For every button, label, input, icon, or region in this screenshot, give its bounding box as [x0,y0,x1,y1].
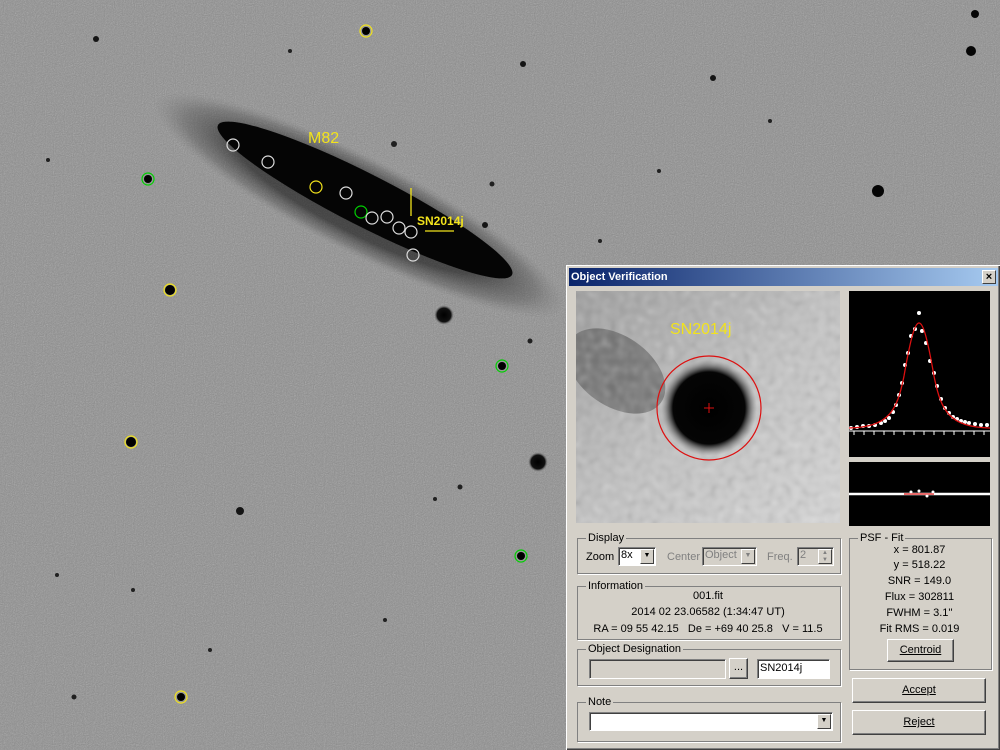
zoom-label: Zoom [586,551,615,563]
center-value: Object [705,549,737,561]
info-coordinates: RA = 09 55 42.15 De = +69 40 25.8 V = 11… [593,623,823,635]
zoom-object-label: SN2014j [670,321,732,338]
zoom-select[interactable]: 8x ▼ [618,547,656,566]
centroid-button-label: Centroid [899,644,942,656]
center-label: Center [667,551,701,563]
browse-label: ... [733,661,744,673]
designation-browse-button[interactable]: ... [729,658,748,679]
close-button[interactable]: × [982,270,996,284]
psf-profile-plot [848,291,991,457]
designation-value: SN2014j [760,662,803,674]
accept-button-label: Accept [902,684,936,696]
psf-x: x = 801.87 [893,544,946,556]
object-verification-dialog: Object Verification × SN2014j Display Zo… [566,265,1000,750]
psf-fit-legend: PSF - Fit [860,532,904,544]
psf-residual-plot [849,462,990,526]
chevron-down-icon[interactable]: ▼ [640,549,654,564]
note-combo[interactable]: ▼ [589,712,833,731]
reject-button[interactable]: Reject [852,710,986,735]
galaxy-label: M82 [308,130,340,147]
object-designation-legend: Object Designation [588,643,681,655]
display-legend: Display [588,532,625,544]
chevron-down-icon[interactable]: ▼ [741,549,755,564]
zoom-value: 8x [621,549,633,561]
psf-snr: SNR = 149.0 [887,575,952,587]
centroid-button[interactable]: Centroid [887,639,954,662]
freq-spinner[interactable]: 2 ▲ ▼ [797,547,834,566]
psf-fit-rms: Fit RMS = 0.019 [879,623,960,635]
info-datetime: 2014 02 23.06582 (1:34:47 UT) [631,606,785,618]
dialog-title: Object Verification [571,271,668,283]
designation-input[interactable]: SN2014j [757,659,830,679]
freq-label: Freq. [767,551,793,563]
center-select[interactable]: Object ▼ [702,547,757,566]
psf-fwhm: FWHM = 3.1'' [886,607,953,619]
freq-value: 2 [800,549,807,561]
note-legend: Note [588,696,612,708]
zoom-view[interactable]: SN2014j [576,291,840,523]
supernova-label: SN2014j [417,214,464,228]
psf-flux: Flux = 302811 [884,591,955,603]
reject-button-label: Reject [903,716,935,728]
close-icon: × [985,271,993,283]
designation-combo[interactable] [589,659,726,679]
accept-button[interactable]: Accept [852,678,986,703]
psf-y: y = 518.22 [893,559,946,571]
dialog-titlebar[interactable]: Object Verification × [569,268,998,286]
spinner-up-down-icon[interactable]: ▲ ▼ [818,549,832,564]
chevron-down-icon[interactable]: ▼ [817,714,831,729]
info-file: 001.fit [693,590,723,602]
